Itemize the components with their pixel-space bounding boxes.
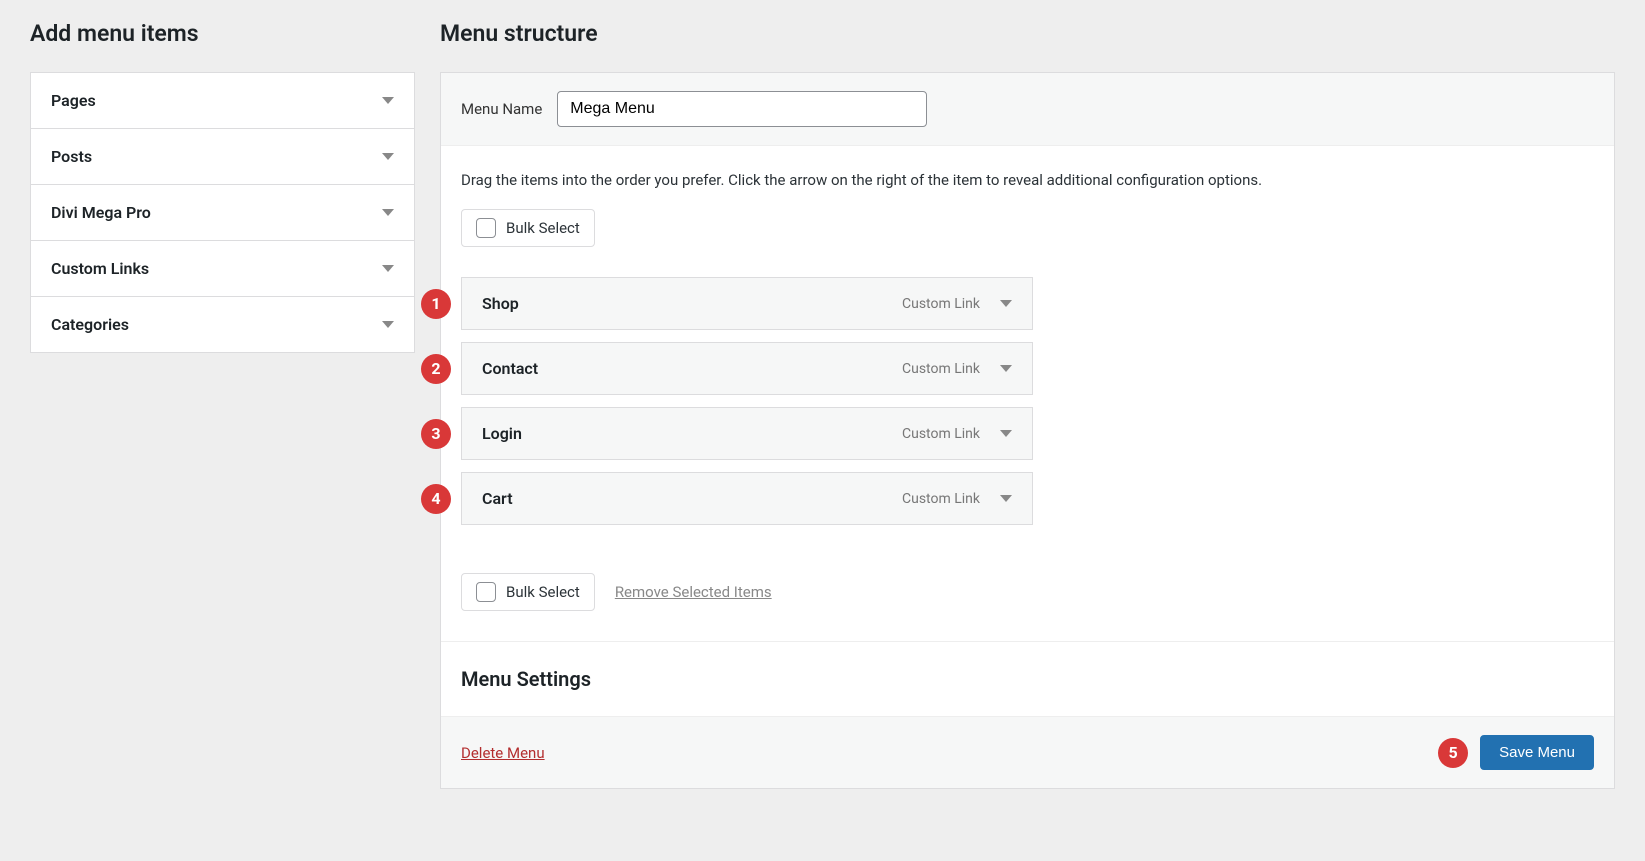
instructions-text: Drag the items into the order you prefer… [441,146,1614,209]
bulk-select-bottom[interactable]: Bulk Select [461,573,595,611]
menu-name-row: Menu Name [441,73,1614,146]
accordion-custom-links[interactable]: Custom Links [31,241,414,297]
bulk-actions-bottom: Bulk Select Remove Selected Items [441,553,1614,641]
menu-item-login[interactable]: Login Custom Link [461,407,1033,460]
chevron-down-icon [382,321,394,328]
footer-row: Delete Menu 5 Save Menu [441,716,1614,788]
accordion-label: Posts [51,147,92,166]
menu-structure-panel: Menu Name Drag the items into the order … [440,72,1615,789]
chevron-down-icon [382,209,394,216]
menu-item-label: Shop [482,294,519,313]
add-items-accordion: Pages Posts Divi Mega Pro Custom Links C… [30,72,415,353]
accordion-label: Custom Links [51,259,149,278]
delete-menu-link[interactable]: Delete Menu [461,744,545,762]
menu-settings-heading: Menu Settings [461,667,1594,691]
chevron-down-icon[interactable] [1000,365,1012,372]
bulk-select-checkbox[interactable] [476,218,496,238]
menu-item-type: Custom Link [902,426,980,442]
bulk-select-top[interactable]: Bulk Select [461,209,595,247]
annotation-badge-1: 1 [421,289,451,319]
accordion-label: Divi Mega Pro [51,203,151,222]
menu-row: 3 Login Custom Link [461,407,1594,460]
menu-item-type: Custom Link [902,361,980,377]
menu-item-label: Contact [482,359,538,378]
chevron-down-icon [382,97,394,104]
menu-name-label: Menu Name [461,100,542,118]
menu-item-type: Custom Link [902,491,980,507]
chevron-down-icon[interactable] [1000,495,1012,502]
menu-item-type: Custom Link [902,296,980,312]
save-menu-button[interactable]: Save Menu [1480,735,1594,770]
add-menu-items-heading: Add menu items [30,20,415,47]
accordion-label: Categories [51,315,129,334]
remove-selected-link[interactable]: Remove Selected Items [615,583,772,601]
bulk-select-label: Bulk Select [506,219,580,237]
menu-item-label: Cart [482,489,513,508]
accordion-categories[interactable]: Categories [31,297,414,352]
accordion-posts[interactable]: Posts [31,129,414,185]
chevron-down-icon [382,153,394,160]
menu-item-cart[interactable]: Cart Custom Link [461,472,1033,525]
menu-name-input[interactable] [557,91,927,127]
accordion-pages[interactable]: Pages [31,73,414,129]
annotation-badge-5: 5 [1438,738,1468,768]
chevron-down-icon[interactable] [1000,300,1012,307]
accordion-label: Pages [51,91,96,110]
menu-row: 2 Contact Custom Link [461,342,1594,395]
menu-item-shop[interactable]: Shop Custom Link [461,277,1033,330]
accordion-divi-mega-pro[interactable]: Divi Mega Pro [31,185,414,241]
menu-settings-section: Menu Settings [441,641,1614,696]
menu-row: 4 Cart Custom Link [461,472,1594,525]
menu-structure-heading: Menu structure [440,20,1615,47]
annotation-badge-4: 4 [421,484,451,514]
bulk-select-checkbox[interactable] [476,582,496,602]
menu-row: 1 Shop Custom Link [461,277,1594,330]
menu-items-list: 1 Shop Custom Link 2 Contact Cust [441,247,1614,553]
chevron-down-icon [382,265,394,272]
menu-item-label: Login [482,424,522,443]
chevron-down-icon[interactable] [1000,430,1012,437]
bulk-select-label: Bulk Select [506,583,580,601]
annotation-badge-2: 2 [421,354,451,384]
annotation-badge-3: 3 [421,419,451,449]
menu-item-contact[interactable]: Contact Custom Link [461,342,1033,395]
